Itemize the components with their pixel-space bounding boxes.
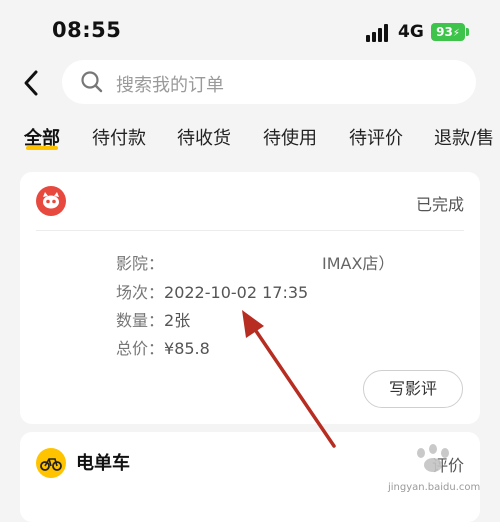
status-time: 08:55 xyxy=(52,18,122,42)
bike-icon xyxy=(36,448,66,478)
watermark-url: jingyan.baidu.com xyxy=(388,482,481,493)
network-type: 4G xyxy=(398,22,424,42)
session-row: 场次：2022-10-02 17:35 xyxy=(116,279,308,303)
price-row: 总价：¥85.8 xyxy=(116,335,210,359)
status-bar: 08:55 4G 93⚡ xyxy=(0,0,500,62)
cinema-value: IMAX店） xyxy=(322,254,395,273)
quantity-value: 2张 xyxy=(164,311,191,330)
battery-tip xyxy=(466,28,469,36)
session-value: 2022-10-02 17:35 xyxy=(164,283,309,302)
cinema-label: 影院： xyxy=(116,254,165,273)
write-review-button[interactable]: 写影评 xyxy=(363,370,463,408)
order-card[interactable]: 已完成 影院： IMAX店） 场次：2022-10-02 17:35 数量：2张… xyxy=(20,172,480,424)
search-input[interactable]: 搜索我的订单 xyxy=(62,60,476,104)
back-button[interactable] xyxy=(18,66,48,100)
battery-level: 93 xyxy=(436,25,453,39)
order-tabs: 全部 待付款 待收货 待使用 待评价 退款/售 xyxy=(0,118,500,158)
price-value: ¥85.8 xyxy=(164,339,210,358)
price-label: 总价： xyxy=(116,339,165,358)
maoyan-cat-logo-icon xyxy=(36,186,66,216)
battery-icon: 93⚡ xyxy=(431,23,465,41)
search-placeholder: 搜索我的订单 xyxy=(116,75,224,96)
cinema-row: 影院： xyxy=(116,250,164,274)
session-label: 场次： xyxy=(116,283,165,302)
card-divider xyxy=(36,230,464,231)
quantity-label: 数量： xyxy=(116,311,165,330)
tab-pending-receipt[interactable]: 待收货 xyxy=(177,124,231,150)
quantity-row: 数量：2张 xyxy=(116,307,190,331)
tab-pending-use[interactable]: 待使用 xyxy=(263,124,317,150)
tab-refund[interactable]: 退款/售 xyxy=(434,124,494,150)
order-status: 已完成 xyxy=(415,195,464,214)
shop-name-bike: 电单车 xyxy=(76,453,130,474)
chevron-left-icon xyxy=(24,70,38,96)
active-tab-indicator xyxy=(26,146,58,150)
tab-pending-review[interactable]: 待评价 xyxy=(349,124,403,150)
signal-icon xyxy=(366,24,390,42)
search-icon xyxy=(81,71,103,93)
tab-pending-payment[interactable]: 待付款 xyxy=(92,124,146,150)
